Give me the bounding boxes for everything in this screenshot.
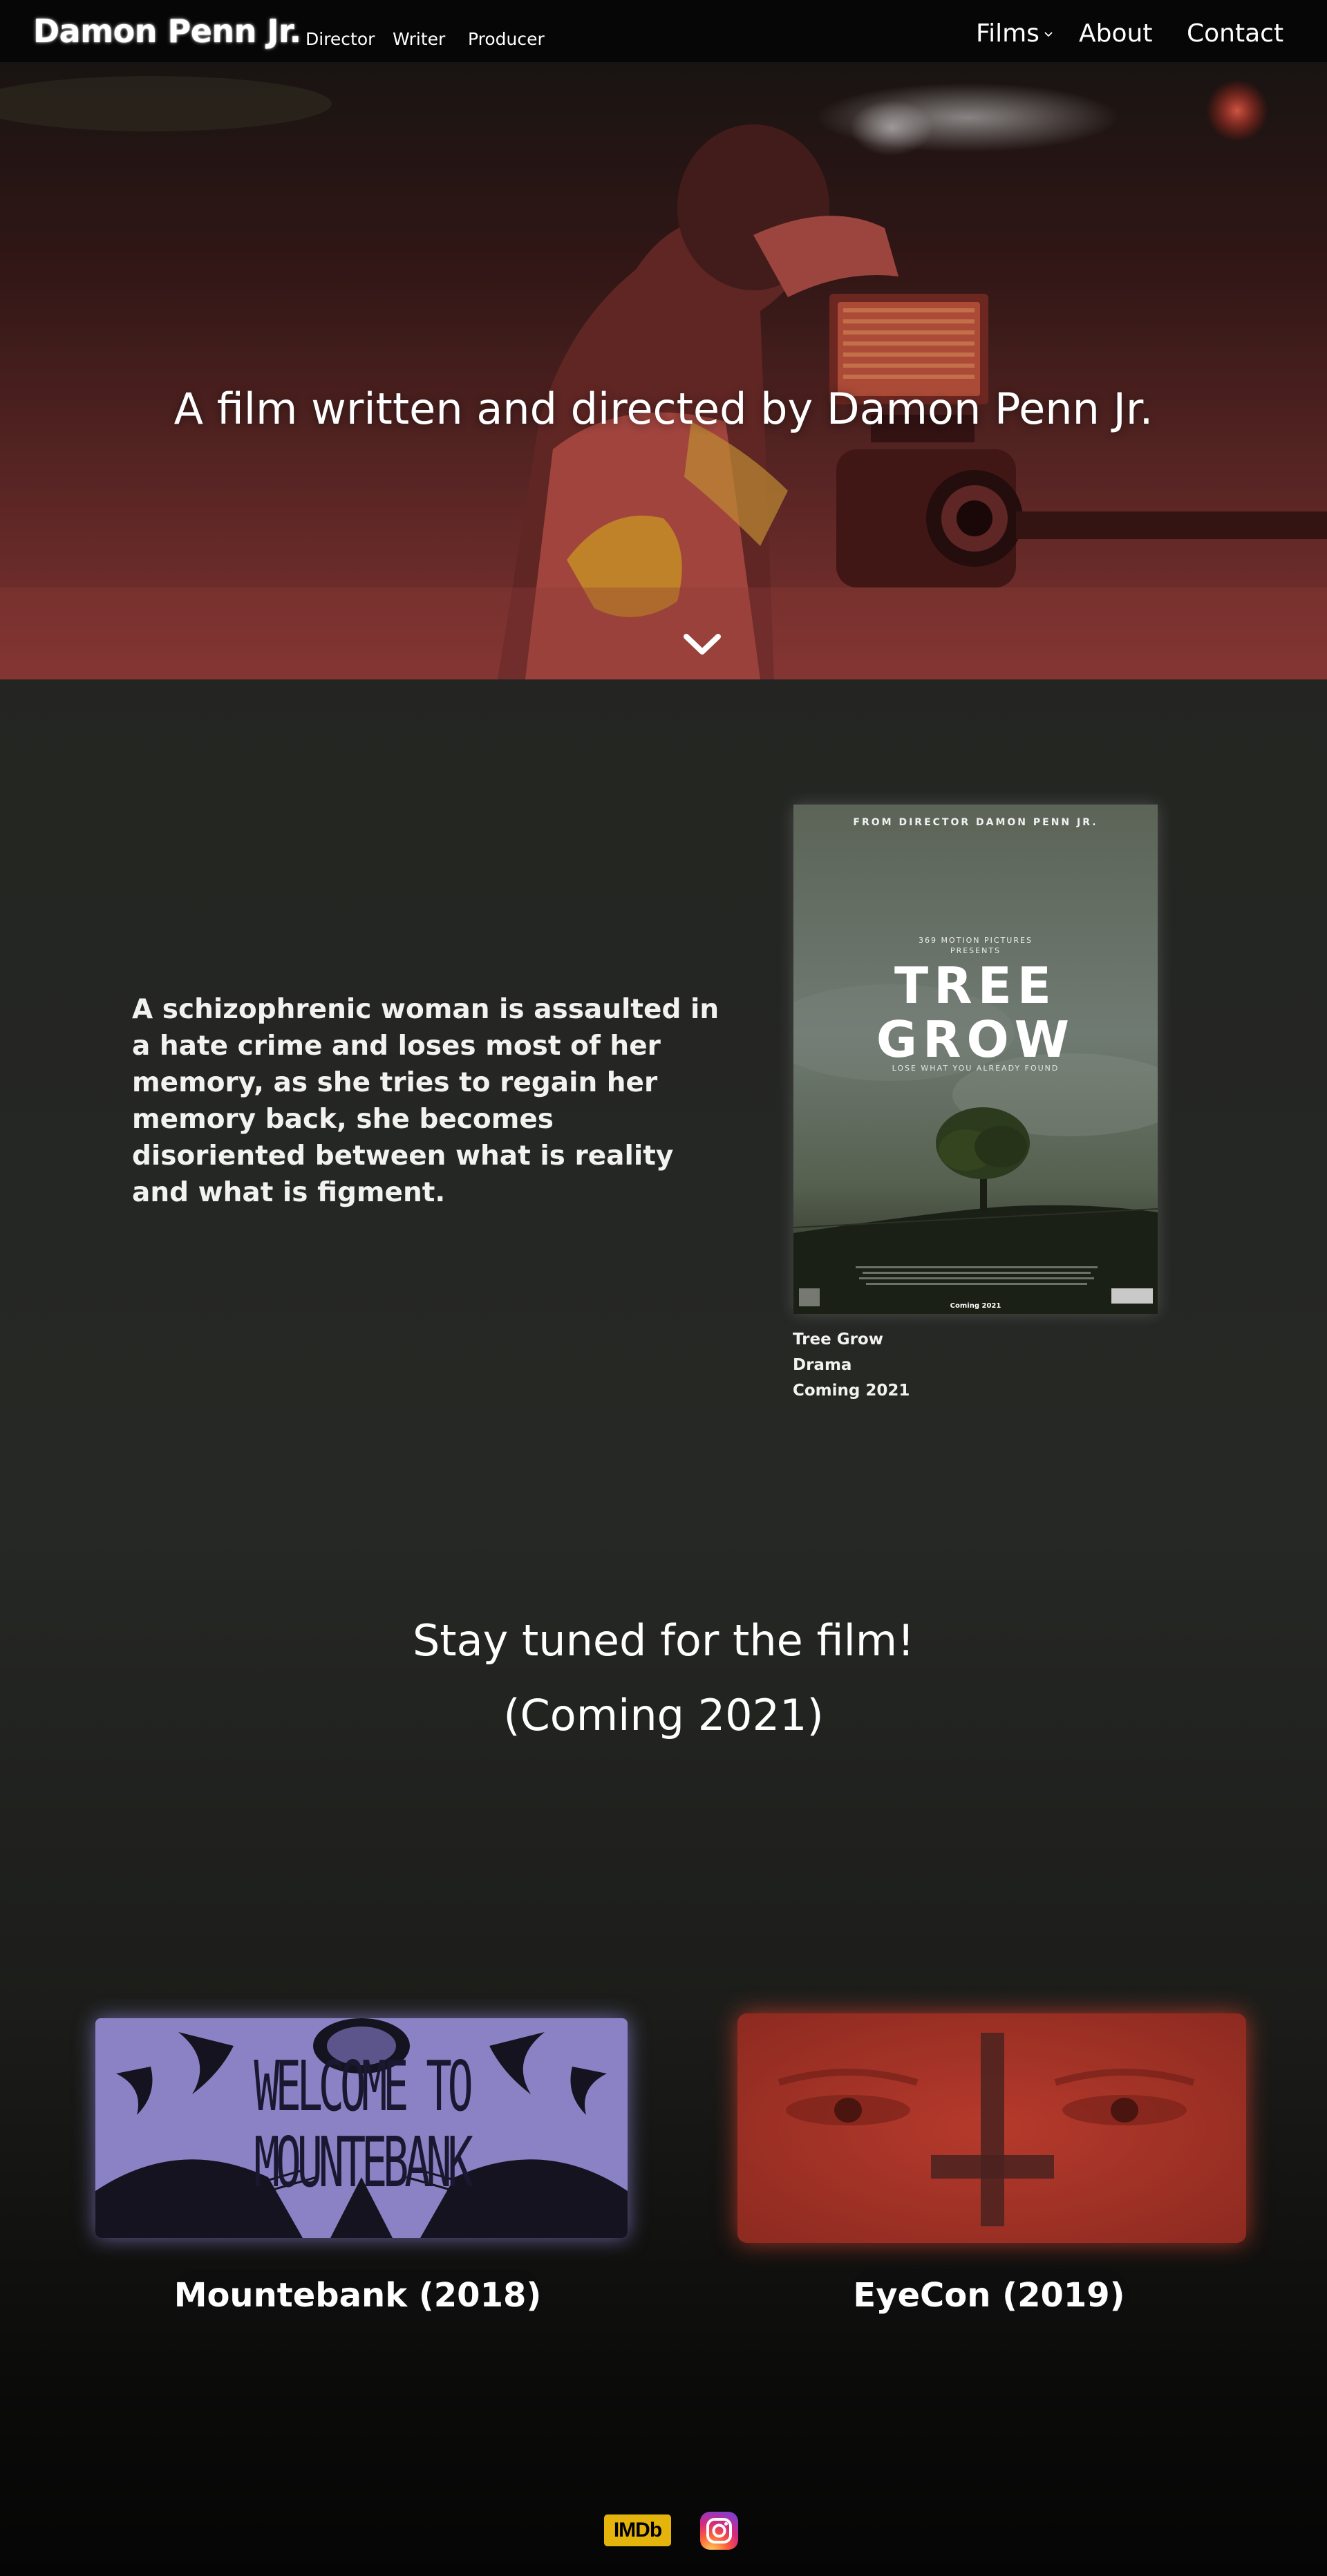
film-meta: Tree Grow Drama Coming 2021	[793, 1327, 910, 1404]
film-title: Tree Grow	[793, 1331, 883, 1348]
film-card-mountebank[interactable]: WELCOME TO MOUNTEBANK	[95, 2018, 628, 2238]
nav-role-producer[interactable]: Producer	[468, 29, 545, 49]
nav-contact[interactable]: Contact	[1187, 19, 1283, 48]
poster-studio: 369 MOTION PICTURES	[919, 936, 1033, 945]
instagram-glyph	[706, 2518, 732, 2544]
film-card-eyecon[interactable]	[737, 2013, 1246, 2243]
site-brand[interactable]: Damon Penn Jr.	[33, 12, 301, 50]
nav-about[interactable]: About	[1079, 19, 1152, 48]
poster-coming: Coming 2021	[950, 1302, 1001, 1310]
film-genre: Drama	[793, 1356, 852, 1374]
film-poster[interactable]: FROM DIRECTOR DAMON PENN JR. 369 MOTION …	[793, 805, 1158, 1314]
stay-tuned-line1: Stay tuned for the film!	[412, 1615, 915, 1666]
nav-role-director[interactable]: Director	[305, 29, 375, 49]
stay-tuned: Stay tuned for the film! (Coming 2021)	[0, 1604, 1327, 1753]
film-label-mountebank[interactable]: Mountebank (2018)	[172, 2269, 543, 2322]
hero-background-image	[0, 62, 1327, 679]
instagram-icon[interactable]	[700, 2512, 738, 2550]
film-label-eyecon[interactable]: EyeCon (2019)	[848, 2269, 1130, 2322]
chevron-down-icon	[1044, 32, 1053, 37]
eyecon-artwork	[737, 2013, 1246, 2243]
nav-films-label: Films	[976, 19, 1039, 48]
nav-films-dropdown[interactable]: Films	[976, 19, 1053, 48]
nav-role-writer[interactable]: Writer	[393, 29, 445, 49]
hero-title: A film written and directed by Damon Pen…	[173, 384, 1154, 434]
stay-tuned-line2: (Coming 2021)	[503, 1690, 824, 1740]
film-release: Coming 2021	[793, 1382, 910, 1400]
poster-top-line: FROM DIRECTOR DAMON PENN JR.	[853, 817, 1098, 828]
poster-title-line1: TREE	[894, 957, 1057, 1015]
imdb-icon[interactable]: IMDb	[604, 2514, 671, 2546]
mountebank-title-line1: WELCOME TO	[254, 2046, 473, 2127]
mountebank-title-line2: MOUNTEBANK	[254, 2122, 473, 2203]
poster-title-line2: GROW	[876, 1010, 1075, 1069]
poster-tagline: LOSE WHAT YOU ALREADY FOUND	[892, 1064, 1060, 1073]
film-synopsis: A schizophrenic woman is assaulted in a …	[132, 994, 719, 1208]
hero-banner: A film written and directed by Damon Pen…	[0, 62, 1327, 679]
top-nav: Damon Penn Jr. Director Writer Producer …	[0, 0, 1327, 62]
chevron-down-icon[interactable]	[683, 632, 722, 657]
poster-presents: PRESENTS	[950, 946, 1001, 955]
